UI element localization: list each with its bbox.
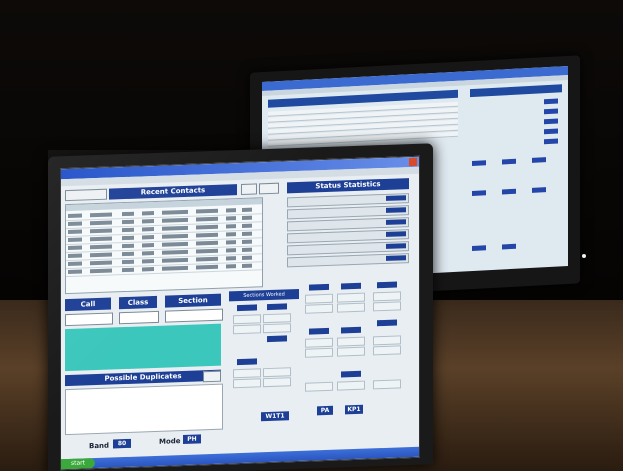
photo-scene: Recent Contacts Status Statistics Call C…	[0, 0, 623, 471]
toolbar-button-a[interactable]	[241, 183, 257, 195]
recent-contacts-table	[65, 197, 263, 295]
section-cell[interactable]	[305, 293, 333, 304]
section-group-button[interactable]	[267, 303, 287, 311]
band-label: Band	[89, 441, 110, 451]
section-group-button[interactable]	[237, 358, 257, 366]
sections-worked-header: Sections Worked	[229, 288, 299, 302]
back-stat-value	[544, 108, 558, 115]
section-group-button[interactable]	[377, 281, 397, 289]
section-cell[interactable]	[337, 336, 365, 347]
section-cell[interactable]	[337, 380, 365, 391]
status-stat-row	[287, 253, 409, 268]
recent-contacts-title: Recent Contacts	[109, 184, 237, 200]
call-button[interactable]: Call	[65, 297, 111, 312]
section-cell[interactable]	[373, 379, 401, 390]
back-bottom-button	[502, 243, 516, 250]
section-cell[interactable]	[337, 346, 365, 357]
duplicates-list	[65, 383, 223, 436]
start-button[interactable]: start	[61, 458, 95, 470]
section-group-button[interactable]	[377, 319, 397, 327]
section-cell[interactable]	[263, 323, 291, 334]
power-led	[582, 254, 586, 258]
section-cell[interactable]	[373, 345, 401, 356]
back-stat-value	[544, 128, 558, 135]
section-group-button[interactable]	[341, 370, 361, 378]
back-stat-value	[544, 138, 558, 145]
mode-label: Mode	[159, 437, 181, 446]
front-monitor: Recent Contacts Status Statistics Call C…	[48, 143, 433, 471]
bottom-button-1[interactable]: W1T1	[261, 411, 289, 422]
back-status-header	[470, 84, 562, 98]
class-button[interactable]: Class	[119, 295, 157, 310]
back-stat-value	[544, 118, 558, 125]
section-cell[interactable]	[373, 301, 401, 312]
bottom-button-2[interactable]: PA	[317, 405, 333, 416]
section-cell[interactable]	[337, 302, 365, 313]
mode-value-button[interactable]: PH	[183, 434, 201, 445]
status-statistics-title: Status Statistics	[287, 178, 409, 194]
call-input[interactable]	[65, 312, 113, 327]
section-cell[interactable]	[263, 377, 291, 388]
section-group-button[interactable]	[309, 283, 329, 291]
back-section-button	[532, 157, 546, 163]
section-group-button[interactable]	[267, 335, 287, 343]
section-cell[interactable]	[233, 314, 261, 325]
back-section-button	[532, 187, 546, 193]
section-cell[interactable]	[233, 324, 261, 335]
section-cell[interactable]	[263, 313, 291, 324]
front-monitor-screen: Recent Contacts Status Statistics Call C…	[60, 155, 420, 471]
bottom-button-3[interactable]: KP1	[345, 404, 363, 415]
booth-button[interactable]	[65, 188, 107, 202]
section-cell[interactable]	[373, 291, 401, 302]
section-cell[interactable]	[233, 368, 261, 379]
back-section-button	[502, 158, 516, 165]
toolbar-button-b[interactable]	[259, 182, 279, 195]
section-cell[interactable]	[305, 303, 333, 314]
duplicate-check-panel	[65, 323, 221, 372]
section-cell[interactable]	[233, 378, 261, 389]
section-cell[interactable]	[305, 347, 333, 358]
class-input[interactable]	[119, 310, 159, 325]
section-cell[interactable]	[263, 367, 291, 378]
section-cell[interactable]	[337, 292, 365, 303]
band-value-button[interactable]: 80	[113, 438, 131, 449]
duplicates-button[interactable]	[203, 370, 221, 383]
back-section-button	[472, 190, 486, 197]
back-section-button	[502, 188, 516, 195]
section-button[interactable]: Section	[165, 293, 221, 308]
section-group-button[interactable]	[341, 282, 361, 290]
back-bottom-button	[472, 245, 486, 252]
section-input[interactable]	[165, 308, 223, 323]
close-icon[interactable]	[409, 157, 417, 167]
section-group-button[interactable]	[309, 327, 329, 335]
section-group-button[interactable]	[341, 326, 361, 334]
section-cell[interactable]	[305, 381, 333, 392]
section-group-button[interactable]	[237, 304, 257, 312]
back-section-button	[472, 160, 486, 167]
section-cell[interactable]	[373, 335, 401, 346]
taskbar: start	[61, 446, 419, 470]
section-cell[interactable]	[305, 337, 333, 348]
back-stat-value	[544, 98, 558, 105]
